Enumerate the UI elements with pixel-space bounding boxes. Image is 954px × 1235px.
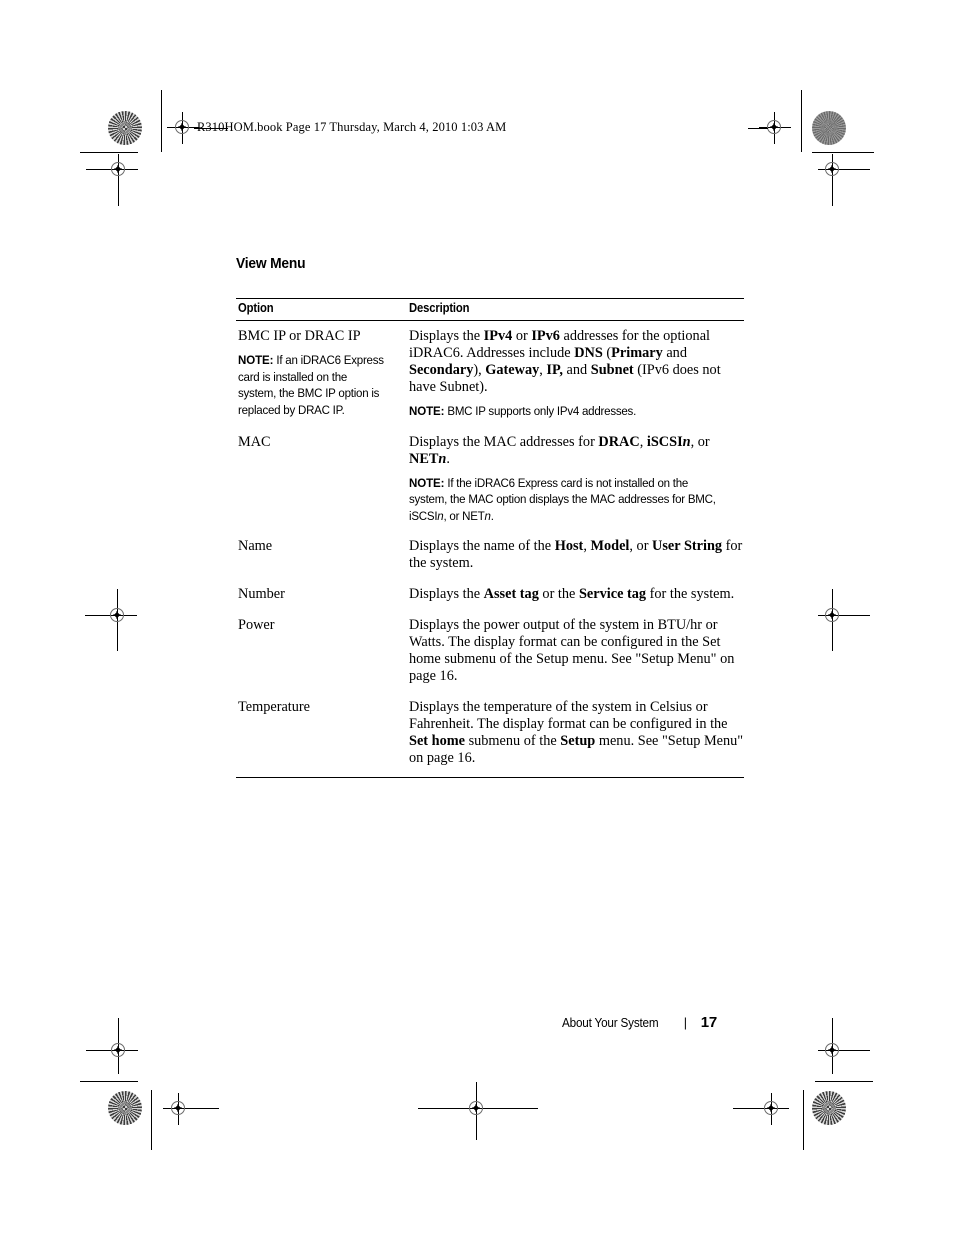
option-label: Power <box>238 617 275 633</box>
halftone-target-top-right <box>812 111 846 145</box>
description-paragraph: Displays the power output of the system … <box>409 617 735 684</box>
crop-rule-bottom-right-vertical <box>803 1090 804 1150</box>
note-text: BMC IP supports only IPv4 addresses. <box>447 404 637 418</box>
registration-mark-bottom-right-inner <box>733 1093 789 1125</box>
crop-rule-bottom-left-vertical <box>151 1090 152 1150</box>
table-header-row: Option Description <box>236 298 744 321</box>
registration-mark-bottom-left-inner <box>163 1093 219 1125</box>
description-cell: Displays the temperature of the system i… <box>407 692 744 778</box>
option-cell: MAC <box>236 427 407 532</box>
view-menu-options-table: Option Description BMC IP or DRAC IP NOT… <box>236 298 744 778</box>
halftone-target-bottom-right <box>812 1091 846 1125</box>
crop-rule-top-left-vertical <box>161 90 162 152</box>
option-note: NOTE: If an iDRAC6 Express card is insta… <box>238 352 397 418</box>
table-row: Number Displays the Asset tag or the Ser… <box>236 579 744 610</box>
halftone-target-top-left <box>108 111 142 145</box>
description-note: NOTE: BMC IP supports only IPv4 addresse… <box>409 403 744 420</box>
description-note: NOTE: If the iDRAC6 Express card is not … <box>409 475 716 523</box>
running-head: R310HOM.book Page 17 Thursday, March 4, … <box>197 120 507 134</box>
registration-mark-upper-left <box>86 154 138 206</box>
registration-mark-top-left-inner <box>167 112 199 144</box>
option-cell: Temperature <box>236 692 407 778</box>
option-cell: Name <box>236 531 407 579</box>
table-row: BMC IP or DRAC IP NOTE: If an iDRAC6 Exp… <box>236 321 744 427</box>
footer-section-label: About Your System <box>562 1016 659 1030</box>
crop-rule-upper-left-horizontal <box>80 152 138 153</box>
option-label: Name <box>238 538 273 554</box>
option-cell: BMC IP or DRAC IP NOTE: If an iDRAC6 Exp… <box>236 321 407 427</box>
page-title: View Menu <box>236 255 703 272</box>
halftone-target-bottom-left <box>108 1091 142 1125</box>
description-cell: Displays the Asset tag or the Service ta… <box>407 579 744 610</box>
registration-mark-mid-left <box>85 589 137 651</box>
page-number: 17 <box>700 1014 717 1031</box>
option-label: Number <box>238 586 285 602</box>
crop-rule-lower-right-horizontal <box>815 1081 873 1082</box>
description-paragraph: Displays the temperature of the system i… <box>409 699 744 766</box>
option-cell: Power <box>236 610 407 692</box>
description-paragraph: Displays the name of the Host, Model, or… <box>409 538 743 571</box>
column-header-description: Description <box>407 298 744 321</box>
option-label: MAC <box>238 433 271 450</box>
registration-mark-lower-right <box>818 1018 870 1074</box>
description-paragraph: Displays the IPv4 or IPv6 addresses for … <box>409 328 721 395</box>
page-content: View Menu Option Description BMC IP or D… <box>236 255 744 778</box>
registration-mark-mid-right <box>818 589 870 651</box>
footer-separator: | <box>683 1016 687 1030</box>
crop-rule-top-right-vertical <box>801 90 802 152</box>
registration-mark-bottom-center <box>418 1082 538 1140</box>
note-label: NOTE: <box>238 353 274 367</box>
description-cell: Displays the power output of the system … <box>407 610 744 692</box>
option-label: BMC IP or DRAC IP <box>238 328 361 344</box>
registration-mark-lower-left <box>86 1018 138 1074</box>
crop-rule-upper-right-horizontal <box>812 152 874 153</box>
description-cell: Displays the name of the Host, Model, or… <box>407 531 744 579</box>
table-row: MAC Displays the MAC addresses for DRAC,… <box>236 427 744 532</box>
description-paragraph: Displays the MAC addresses for DRAC, iSC… <box>409 433 710 467</box>
column-header-description-label: Description <box>409 301 470 315</box>
description-paragraph: Displays the Asset tag or the Service ta… <box>409 586 735 602</box>
table-row: Power Displays the power output of the s… <box>236 610 744 692</box>
note-label: NOTE: <box>409 475 445 490</box>
note-label: NOTE: <box>409 404 445 418</box>
description-cell: Displays the IPv4 or IPv6 addresses for … <box>407 321 744 427</box>
page-footer: About Your System | 17 <box>562 1014 717 1031</box>
registration-mark-top-right-inner <box>759 112 791 144</box>
registration-mark-upper-right <box>818 154 870 206</box>
table-row: Name Displays the name of the Host, Mode… <box>236 531 744 579</box>
crop-rule-lower-left-horizontal <box>80 1081 138 1082</box>
table-row: Temperature Displays the temperature of … <box>236 692 744 778</box>
option-label: Temperature <box>238 699 311 715</box>
option-cell: Number <box>236 579 407 610</box>
column-header-option: Option <box>236 298 407 321</box>
description-cell: Displays the MAC addresses for DRAC, iSC… <box>407 427 744 532</box>
crop-rule-top-right-horizontal <box>748 128 768 129</box>
column-header-option-label: Option <box>238 301 274 315</box>
section-title-text: View Menu <box>236 255 306 272</box>
